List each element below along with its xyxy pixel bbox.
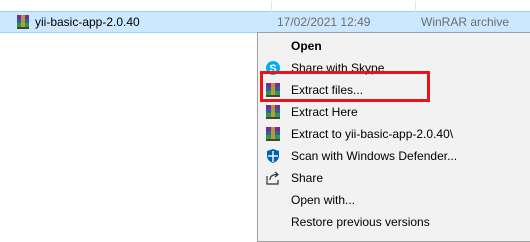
svg-text:S: S <box>269 63 276 75</box>
share-icon <box>266 171 279 185</box>
menu-item-share[interactable]: Share <box>258 167 530 189</box>
column-divider <box>271 1 272 12</box>
winrar-icon <box>266 83 280 97</box>
menu-item-label: Open with... <box>291 193 356 207</box>
menu-item-restore-previous-versions[interactable]: Restore previous versions <box>258 211 530 233</box>
windows-defender-icon <box>267 149 279 163</box>
menu-item-label: Restore previous versions <box>291 215 430 229</box>
skype-icon: S <box>266 61 280 75</box>
menu-item-label: Share <box>291 171 324 185</box>
context-menu: Open S Share with Skype Extract files...… <box>257 32 530 242</box>
winrar-icon <box>266 105 280 119</box>
file-type: WinRAR archive <box>421 15 510 29</box>
column-divider <box>415 1 416 12</box>
menu-item-open-with[interactable]: Open with... <box>258 189 530 211</box>
menu-item-label: Open <box>291 39 322 53</box>
menu-item-extract-here[interactable]: Extract Here <box>258 101 530 123</box>
menu-item-label: Extract files... <box>291 83 364 97</box>
menu-item-share-with-skype[interactable]: S Share with Skype <box>258 57 530 79</box>
menu-item-scan-windows-defender[interactable]: Scan with Windows Defender... <box>258 145 530 167</box>
file-name[interactable]: yii-basic-app-2.0.40 <box>35 15 140 29</box>
menu-item-open[interactable]: Open <box>258 35 530 57</box>
file-date-modified: 17/02/2021 12:49 <box>277 15 371 29</box>
file-row-selected[interactable]: yii-basic-app-2.0.40 17/02/2021 12:49 Wi… <box>0 1 530 33</box>
menu-item-extract-files[interactable]: Extract files... <box>258 79 530 101</box>
menu-item-label: Extract Here <box>291 105 358 119</box>
menu-item-label: Extract to yii-basic-app-2.0.40\ <box>291 127 454 141</box>
menu-item-label: Share with Skype <box>291 61 385 75</box>
winrar-archive-icon <box>17 15 29 29</box>
menu-item-extract-to-folder[interactable]: Extract to yii-basic-app-2.0.40\ <box>258 123 530 145</box>
winrar-icon <box>266 127 280 141</box>
menu-item-label: Scan with Windows Defender... <box>291 149 458 163</box>
